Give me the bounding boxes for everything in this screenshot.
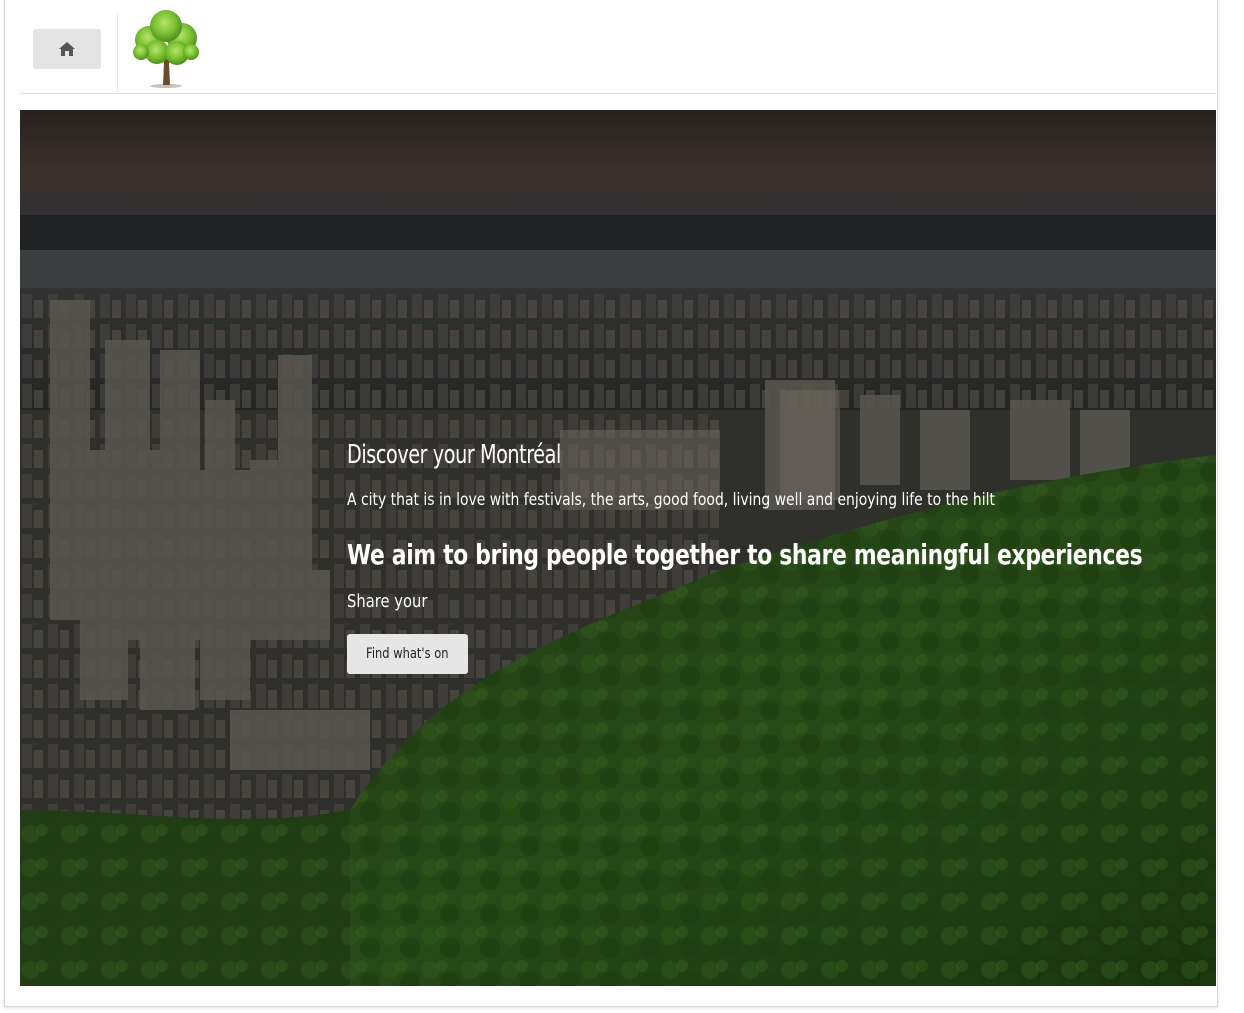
hero-banner: Discover your Montréal A city that is in… — [20, 110, 1216, 986]
find-whats-on-button[interactable]: Find what's on — [347, 634, 468, 674]
find-whats-on-label: Find what's on — [366, 646, 449, 662]
home-icon — [59, 42, 75, 56]
hero-title: Discover your Montréal — [347, 440, 561, 470]
home-button[interactable] — [33, 29, 101, 69]
hero-share-text: Share your — [347, 591, 428, 612]
header-divider — [117, 12, 118, 92]
site-header — [20, 0, 1216, 94]
tree-logo[interactable] — [124, 8, 208, 88]
hero-mission: We aim to bring people together to share… — [347, 538, 1143, 571]
hero-content: Discover your Montréal A city that is in… — [347, 440, 1167, 674]
hero-tagline: A city that is in love with festivals, t… — [347, 490, 995, 510]
